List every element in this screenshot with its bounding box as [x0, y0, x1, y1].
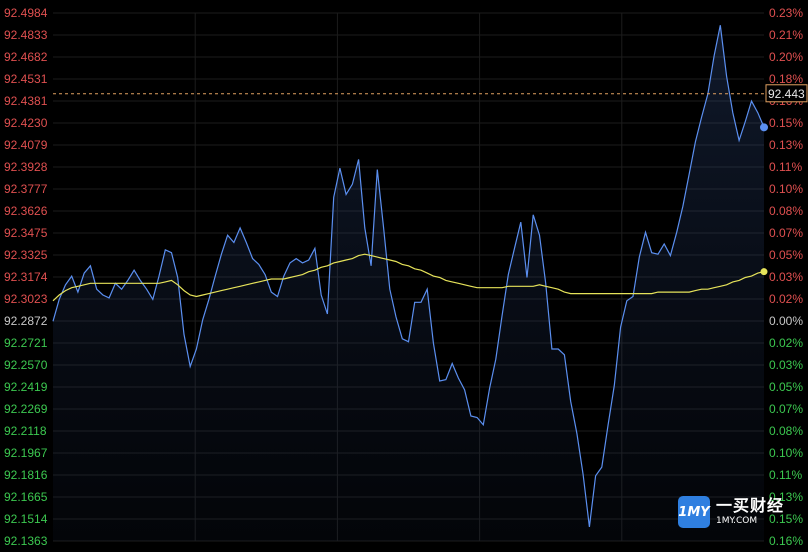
logo-mark-icon: 1MY	[678, 496, 710, 528]
percent-tick-label: 0.10%	[769, 182, 803, 196]
price-tick-label: 92.3626	[4, 204, 48, 218]
price-tick-label: 92.2269	[4, 402, 48, 416]
price-tick-label: 92.3475	[4, 226, 48, 240]
percent-tick-label: 0.16%	[769, 534, 803, 548]
price-tick-label: 92.4682	[4, 50, 48, 64]
price-tick-label: 92.2570	[4, 358, 48, 372]
percent-tick-label: 0.10%	[769, 446, 803, 460]
percent-tick-label: 0.03%	[769, 270, 803, 284]
price-tick-label: 92.3325	[4, 248, 48, 262]
price-tick-label: 92.3777	[4, 182, 48, 196]
price-tick-label: 92.3023	[4, 292, 48, 306]
price-tick-label: 92.4381	[4, 94, 48, 108]
price-tick-label: 92.3928	[4, 160, 48, 174]
price-chart: 92.4984 92.4833 92.4682 92.4531 92.4381 92.42…	[4, 6, 808, 548]
logo-text: 一买财经 1MY.COM	[716, 497, 784, 527]
percent-tick-label: 0.18%	[769, 72, 803, 86]
price-tick-label: 92.4984	[4, 6, 48, 20]
average-end-dot	[760, 268, 768, 276]
percent-tick-label: 0.15%	[769, 116, 803, 130]
price-tick-label: 92.4230	[4, 116, 48, 130]
brand-logo: 1MY 一买财经 1MY.COM	[678, 495, 804, 529]
price-tick-label: 92.1816	[4, 468, 48, 482]
price-end-dot	[760, 123, 768, 132]
percent-tick-label: 0.03%	[769, 358, 803, 372]
price-tick-label: 92.2118	[4, 424, 47, 438]
percent-tick-label: 0.21%	[769, 28, 803, 42]
price-tick-label: 92.3174	[4, 270, 48, 284]
price-tick-label: 92.1967	[4, 446, 48, 460]
logo-mark-text: 1MY	[678, 504, 710, 520]
percent-tick-label: 0.07%	[769, 226, 803, 240]
price-tick-label: 92.2721	[4, 336, 48, 350]
price-tick-label: 92.2419	[4, 380, 48, 394]
price-tick-label: 92.1514	[4, 512, 48, 526]
price-tick-label: 92.1363	[4, 534, 48, 548]
price-tick-label: 92.4833	[4, 28, 48, 42]
price-axis: 92.4984 92.4833 92.4682 92.4531 92.4381 92.42…	[4, 6, 48, 548]
logo-url: 1MY.COM	[716, 516, 758, 526]
price-tick-label: 92.4079	[4, 138, 48, 152]
percent-tick-label: 0.23%	[769, 6, 803, 20]
percent-tick-label: 0.05%	[769, 248, 803, 262]
percent-tick-label: 0.07%	[769, 402, 803, 416]
percent-tick-label: 0.02%	[769, 292, 803, 306]
percent-tick-label: 0.13%	[769, 138, 803, 152]
current-price-label: 92.443	[768, 87, 805, 101]
percent-tick-label: 0.11%	[769, 160, 802, 174]
percent-tick-label: 0.00%	[769, 314, 803, 328]
percent-tick-label: 0.20%	[769, 50, 803, 64]
percent-tick-label: 0.08%	[769, 204, 803, 218]
percent-tick-label: 0.05%	[769, 380, 803, 394]
logo-name: 一买财经	[716, 496, 785, 515]
price-tick-label: 92.2872	[4, 314, 48, 328]
percent-tick-label: 0.02%	[769, 336, 803, 350]
price-tick-label: 92.1665	[4, 490, 48, 504]
current-price-tag: 92.443	[765, 84, 808, 103]
percent-tick-label: 0.08%	[769, 424, 803, 438]
percent-tick-label: 0.11%	[769, 468, 802, 482]
price-tick-label: 92.4531	[4, 72, 48, 86]
